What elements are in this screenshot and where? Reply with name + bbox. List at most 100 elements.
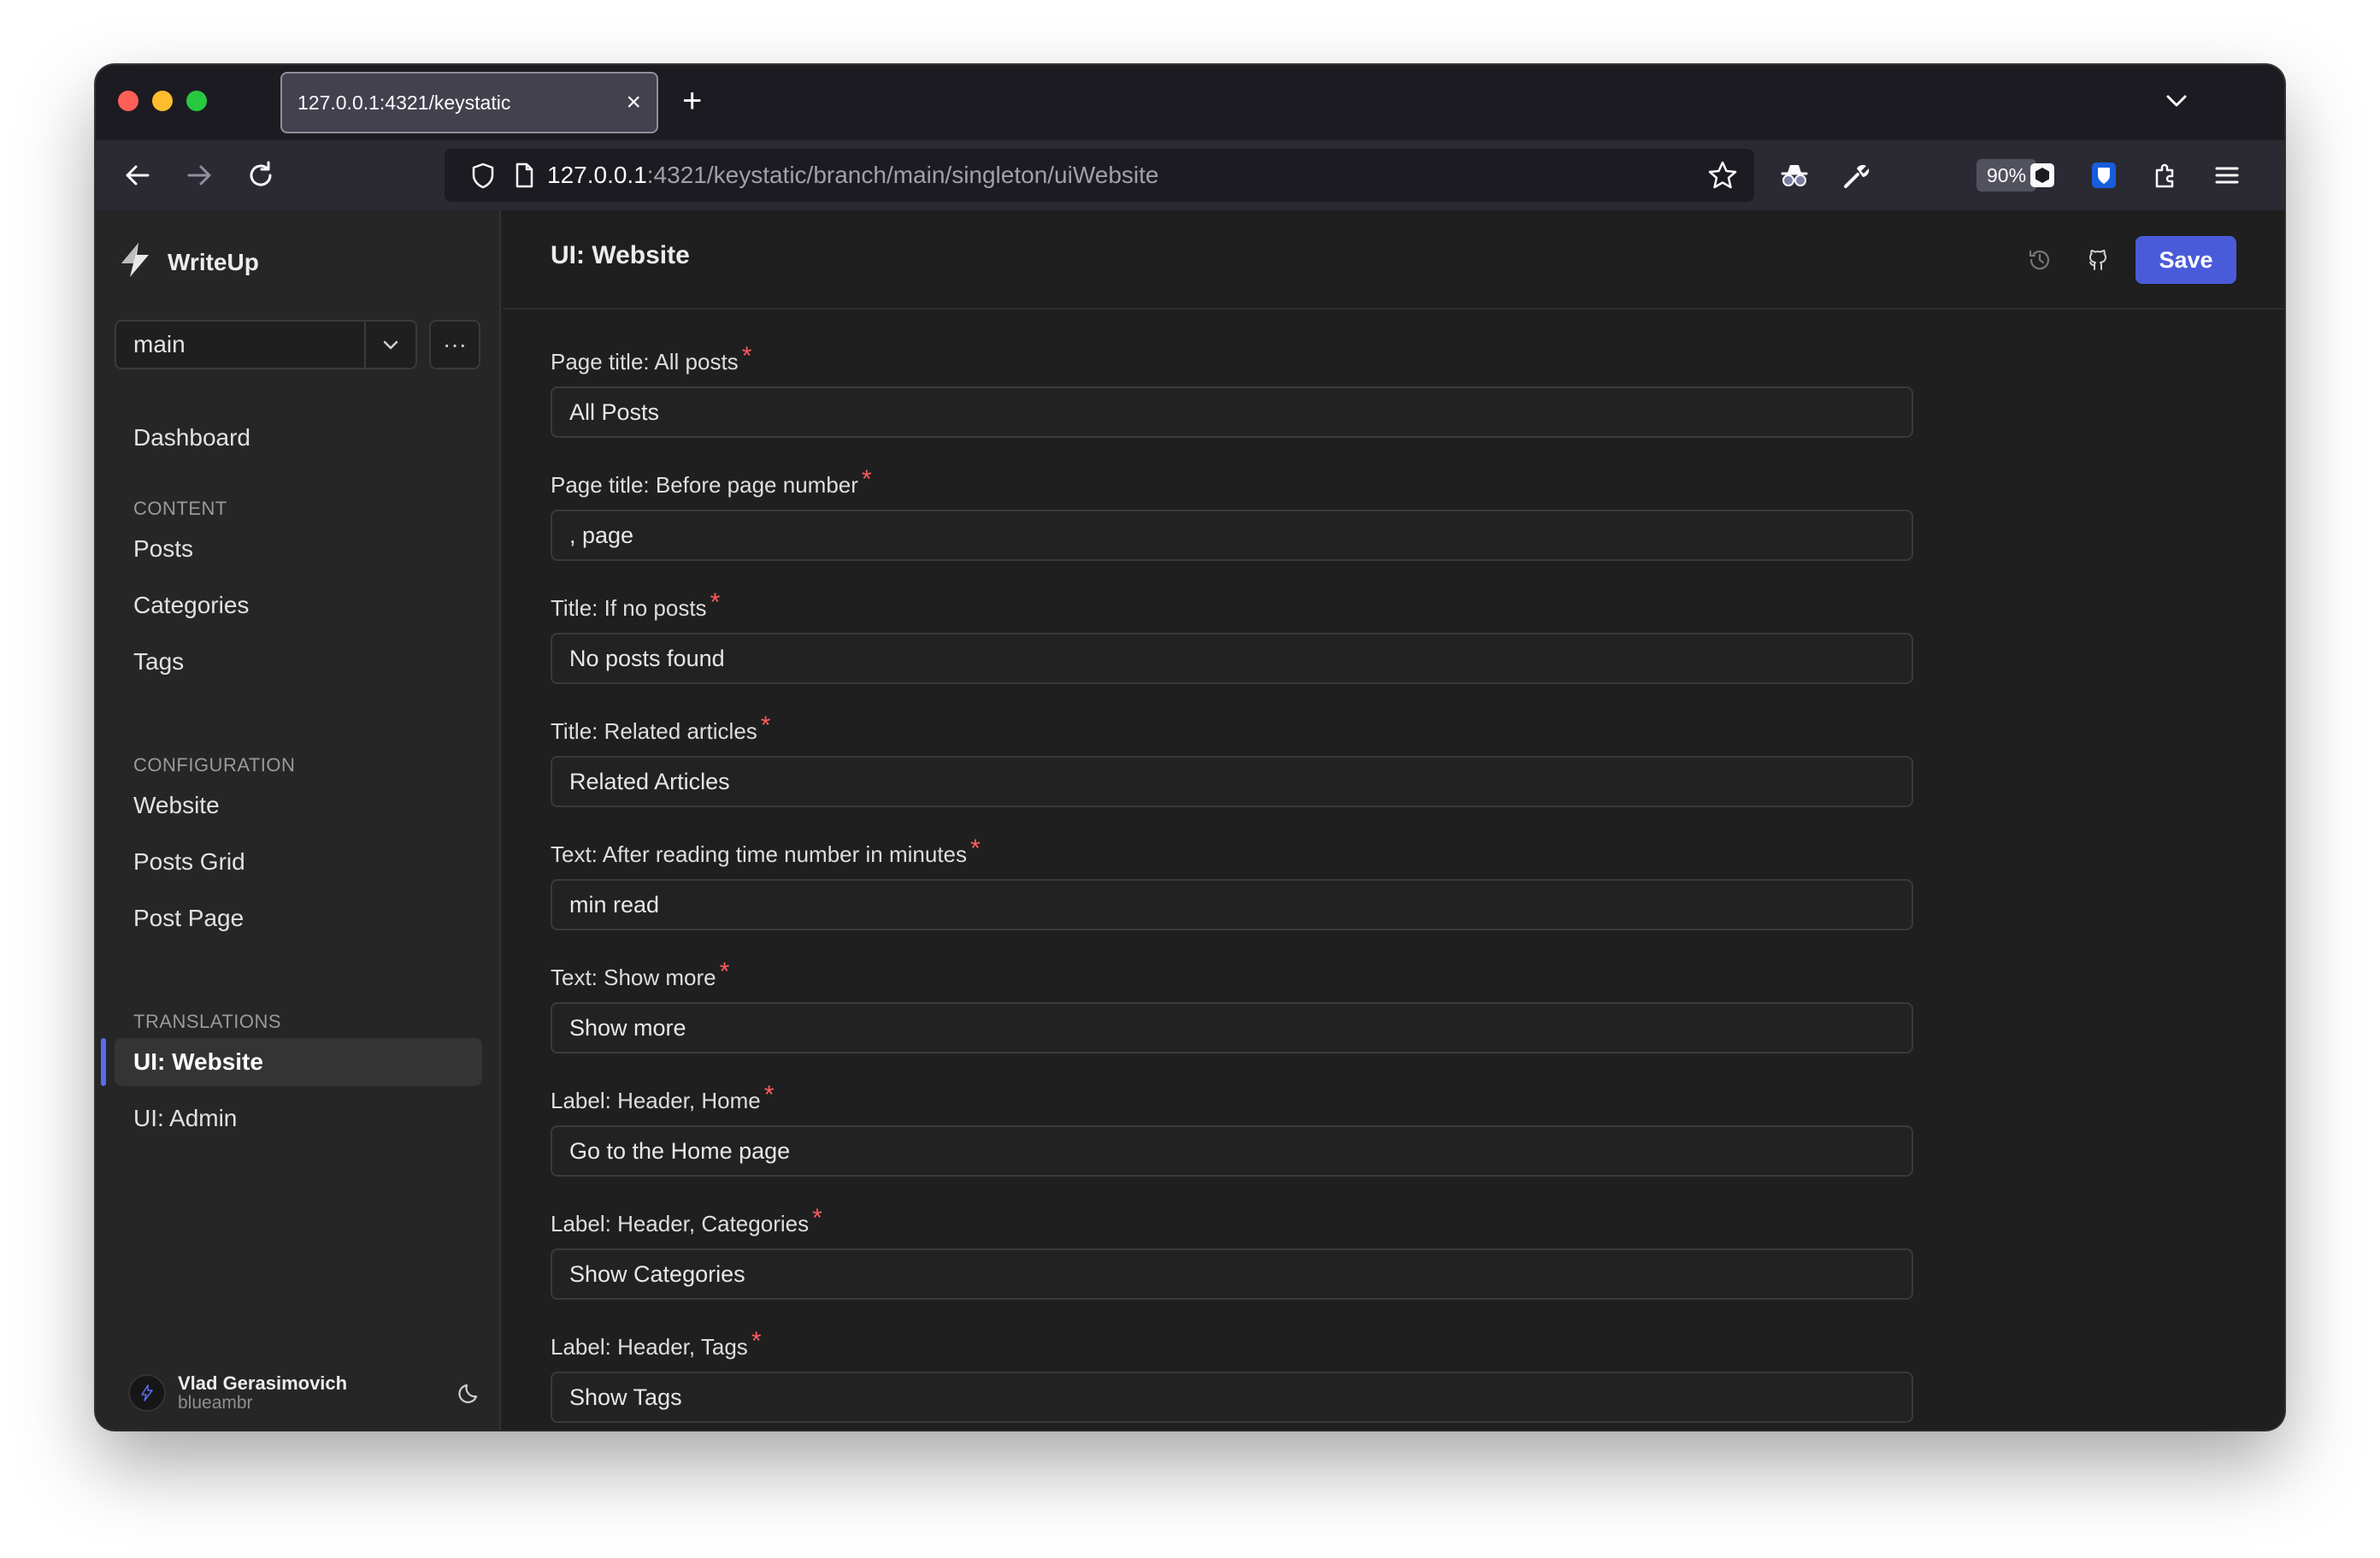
singleton-form: Page title: All posts* Page title: Befor… (551, 310, 1913, 1430)
main-content: UI: Website Save Page title: All posts * … (503, 210, 2284, 1430)
field-label-text: Page title: Before page number (551, 472, 858, 498)
text-input[interactable] (551, 756, 1913, 807)
field-label-text: Text: Show more (551, 965, 716, 990)
required-asterisk: * (760, 711, 771, 740)
required-asterisk: * (719, 958, 730, 986)
page-icon[interactable] (504, 156, 544, 195)
extension-icon[interactable] (2023, 156, 2062, 195)
more-dots-icon: ··· (443, 331, 467, 357)
field-title-related-articles: Title: Related articles * (551, 711, 1913, 807)
shield-icon[interactable] (463, 156, 503, 195)
field-label: Label: Header, Home * (551, 1081, 1913, 1115)
reload-icon[interactable] (241, 156, 280, 195)
branch-name: main (133, 331, 186, 357)
page-title: UI: Website (551, 241, 690, 269)
sidebar-item-ui-website[interactable]: UI: Website (115, 1038, 482, 1086)
text-input[interactable] (551, 1125, 1913, 1177)
list-tabs-icon[interactable] (2158, 82, 2195, 120)
field-label-text: Title: If no posts (551, 595, 707, 621)
url-bar[interactable]: 127.0.0.1:4321/keystatic/branch/main/sin… (445, 149, 2037, 202)
field-label-text: Page title: All posts (551, 349, 739, 375)
navigation-toolbar: 127.0.0.1:4321/keystatic/branch/main/sin… (96, 140, 2284, 210)
url-host: 127.0.0.1 (547, 162, 647, 188)
required-asterisk: * (861, 465, 872, 493)
close-tab-icon[interactable]: × (626, 90, 641, 115)
close-window-button[interactable] (118, 91, 138, 111)
field-label: Label: Header, Categories * (551, 1204, 1913, 1238)
maximize-window-button[interactable] (186, 91, 207, 111)
field-label-header-categories: Label: Header, Categories * (551, 1204, 1913, 1300)
text-input[interactable] (551, 1248, 1913, 1300)
user-profile[interactable]: Vlad Gerasimovich blueambr (128, 1372, 487, 1414)
field-label: Page title: All posts * (551, 342, 1913, 376)
section-translations-heading: TRANSLATIONS (133, 1011, 282, 1032)
text-input[interactable] (551, 633, 1913, 684)
field-title-if-no-posts: Title: If no posts * (551, 588, 1913, 684)
sidebar-item-tags[interactable]: Tags (115, 638, 482, 686)
new-tab-button[interactable]: + (682, 82, 702, 120)
sidebar-item-posts-grid[interactable]: Posts Grid (115, 838, 482, 886)
wrench-icon[interactable] (1836, 156, 1876, 195)
required-asterisk: * (763, 1081, 775, 1109)
field-page-title-before-page-number: Page title: Before page number * (551, 465, 1913, 561)
writeup-logo-icon (118, 241, 152, 283)
moon-icon[interactable] (453, 1376, 487, 1410)
browser-tab[interactable]: 127.0.0.1:4321/keystatic × (280, 72, 658, 133)
field-label: Text: After reading time number in minut… (551, 835, 1913, 869)
chevron-down-icon[interactable] (364, 322, 415, 368)
field-label: Page title: Before page number * (551, 465, 1913, 499)
minimize-window-button[interactable] (152, 91, 173, 111)
text-input[interactable] (551, 1372, 1913, 1423)
field-label-header-home: Label: Header, Home * (551, 1081, 1913, 1177)
field-label: Text: Show more * (551, 958, 1913, 992)
sidebar-item-categories[interactable]: Categories (115, 581, 482, 629)
sidebar-item-dashboard[interactable]: Dashboard (115, 414, 482, 462)
field-label: Title: If no posts * (551, 588, 1913, 623)
brand-name: WriteUp (168, 248, 259, 275)
user-name: Vlad Gerasimovich (178, 1372, 348, 1394)
save-button[interactable]: Save (2136, 236, 2236, 284)
forward-arrow-icon[interactable] (180, 156, 219, 195)
field-text-show-more: Text: Show more * (551, 958, 1913, 1053)
field-label-text: Label: Header, Categories (551, 1211, 810, 1236)
field-label: Title: Related articles * (551, 711, 1913, 746)
history-icon[interactable] (2021, 241, 2059, 279)
text-input[interactable] (551, 1002, 1913, 1053)
section-configuration-heading: CONFIGURATION (133, 754, 296, 776)
sidebar-item-posts[interactable]: Posts (115, 525, 482, 573)
user-text: Vlad Gerasimovich blueambr (178, 1373, 453, 1413)
section-content-heading: CONTENT (133, 498, 227, 519)
incognito-extension-icon[interactable] (1775, 156, 1814, 195)
field-label: Label: Header, Tags * (551, 1327, 1913, 1361)
page-header: UI: Website Save (503, 210, 2284, 310)
browser-window: 127.0.0.1:4321/keystatic × + 127.0.0.1:4… (96, 65, 2284, 1430)
required-asterisk: * (812, 1204, 822, 1232)
branch-actions-button[interactable]: ··· (429, 320, 480, 369)
user-handle: blueambr (178, 1393, 253, 1413)
brand[interactable]: WriteUp (118, 241, 259, 283)
field-label-text: Label: Header, Home (551, 1088, 761, 1113)
bitwarden-shield-icon[interactable] (2084, 156, 2124, 195)
extensions-puzzle-icon[interactable] (2146, 156, 2185, 195)
url-path: :4321/keystatic/branch/main/singleton/ui… (646, 162, 1159, 188)
github-icon[interactable] (2079, 241, 2117, 279)
keystatic-app: WriteUp main ··· Dashboard CONTENT Posts… (96, 210, 2284, 1430)
field-text-reading-time: Text: After reading time number in minut… (551, 835, 1913, 930)
bookmark-star-icon[interactable] (1703, 156, 1742, 195)
branch-picker[interactable]: main (115, 320, 417, 369)
sidebar: WriteUp main ··· Dashboard CONTENT Posts… (96, 210, 501, 1430)
text-input[interactable] (551, 510, 1913, 561)
field-label-text: Title: Related articles (551, 718, 757, 744)
sidebar-item-ui-admin[interactable]: UI: Admin (115, 1095, 482, 1142)
sidebar-item-post-page[interactable]: Post Page (115, 894, 482, 942)
text-input[interactable] (551, 387, 1913, 438)
menu-hamburger-icon[interactable] (2207, 156, 2247, 195)
field-label-text: Text: After reading time number in minut… (551, 841, 968, 867)
field-label-header-tags: Label: Header, Tags * (551, 1327, 1913, 1423)
field-page-title-all-posts: Page title: All posts * (551, 342, 1913, 438)
active-indicator (101, 1038, 106, 1086)
sidebar-item-website[interactable]: Website (115, 782, 482, 829)
text-input[interactable] (551, 879, 1913, 930)
back-arrow-icon[interactable] (118, 156, 157, 195)
tab-strip: 127.0.0.1:4321/keystatic × + (96, 65, 2284, 140)
